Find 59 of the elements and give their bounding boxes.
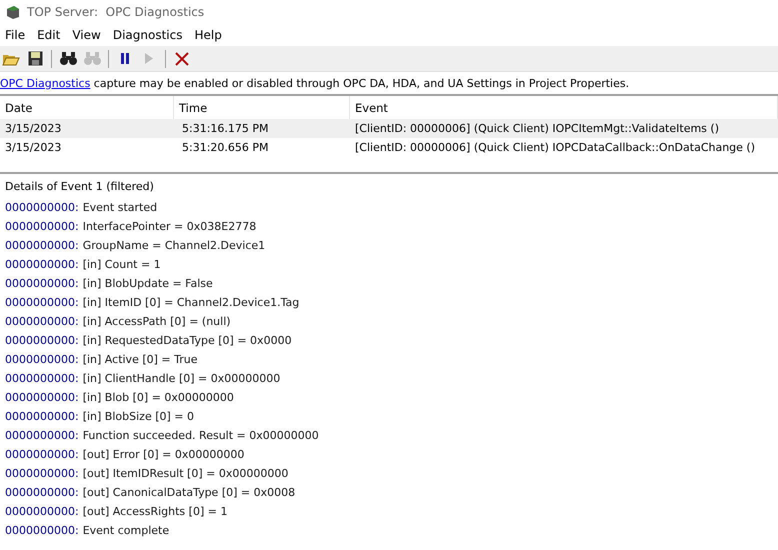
detail-text: Event complete: [82, 524, 170, 537]
binoculars-icon: [60, 51, 76, 66]
table-cell-text: 5:31:16.175 PM: [181, 121, 270, 137]
menu-item[interactable]: Edit: [32, 28, 68, 42]
detail-text: [in] BlobSize [0] = 0: [82, 410, 194, 423]
detail-text: [in] BlobUpdate = False: [82, 277, 213, 290]
diagnostics-link[interactable]: OPC Diagnostics: [0, 76, 90, 90]
play-icon: [145, 53, 153, 64]
timestamp: 0000000000:: [5, 410, 79, 423]
timestamp: 0000000000:: [5, 486, 79, 499]
timestamp: 0000000000:: [5, 467, 79, 480]
timestamp: 0000000000:: [5, 239, 79, 252]
timestamp: 0000000000:: [5, 277, 79, 290]
table-cell-text: [ClientID: 00000006] (Quick Client) IOPCItemMgt::ValidateItems (): [354, 121, 720, 137]
timestamp: 0000000000:: [5, 505, 79, 518]
timestamp: 0000000000:: [5, 391, 79, 404]
detail-text: GroupName = Channel2.Device1: [82, 239, 266, 252]
detail-text: [in] ClientHandle [0] = 0x00000000: [82, 372, 280, 385]
binoculars-icon: [84, 51, 100, 66]
menu-item[interactable]: Help: [189, 28, 229, 42]
table-cell-text: [ClientID: 00000006] (Quick Client) IOPCDataCallback::OnDataChange (): [354, 140, 756, 156]
table-row[interactable]: 3/15/2023 5:31:16.175 PM [ClientID: 00000006] (Quick Client) IOPCItemMgt::ValidateItems (): [0, 119, 778, 138]
detail-text: [in] RequestedDataType [0] = 0x0000: [82, 334, 292, 347]
table-cell-text: 3/15/2023: [4, 140, 62, 156]
detail-text: [in] Count = 1: [82, 258, 161, 271]
timestamp: 0000000000:: [5, 315, 79, 328]
detail-text: InterfacePointer = 0x038E2778: [82, 220, 256, 233]
close-icon: [175, 52, 189, 66]
detail-text: Function succeeded. Result = 0x00000000: [82, 429, 319, 442]
timestamp: 0000000000:: [5, 296, 79, 309]
table-cell-text: 5:31:20.656 PM: [181, 140, 270, 156]
detail-text: [out] CanonicalDataType [0] = 0x0008: [82, 486, 296, 499]
timestamp: 0000000000:: [5, 258, 79, 271]
menu-item[interactable]: File: [0, 28, 32, 42]
timestamp: 0000000000:: [5, 448, 79, 461]
app-icon: [5, 4, 21, 20]
detail-text: [out] ItemIDResult [0] = 0x00000000: [82, 467, 288, 480]
timestamp: 0000000000:: [5, 201, 79, 214]
detail-text: [in] ItemID [0] = Channel2.Device1.Tag: [82, 296, 300, 309]
table-cell-text: 3/15/2023: [4, 121, 62, 137]
save-icon: [28, 51, 42, 66]
timestamp: 0000000000:: [5, 353, 79, 366]
menu-item[interactable]: Diagnostics: [108, 28, 190, 42]
detail-text: [in] Blob [0] = 0x00000000: [82, 391, 234, 404]
pause-icon: [120, 53, 130, 64]
menu-item[interactable]: View: [67, 28, 108, 42]
timestamp: 0000000000:: [5, 334, 79, 347]
timestamp: 0000000000:: [5, 220, 79, 233]
details-title: Details of Event 1 (filtered): [5, 178, 155, 194]
window-title: TOP Server: OPC Diagnostics: [27, 5, 204, 19]
timestamp: 0000000000:: [5, 429, 79, 442]
detail-text: [out] AccessRights [0] = 1: [82, 505, 228, 518]
timestamp: 0000000000:: [5, 524, 79, 537]
info-text: OPC Diagnostics capture may be enabled or disabled through OPC DA, HDA, and UA Settings in Project Properties.: [0, 76, 630, 92]
detail-text: [out] Error [0] = 0x00000000: [82, 448, 244, 461]
timestamp: 0000000000:: [5, 372, 79, 385]
detail-text: [in] AccessPath [0] = (null): [82, 315, 231, 328]
detail-text: Event started: [82, 201, 158, 214]
detail-text: [in] Active [0] = True: [82, 353, 198, 366]
